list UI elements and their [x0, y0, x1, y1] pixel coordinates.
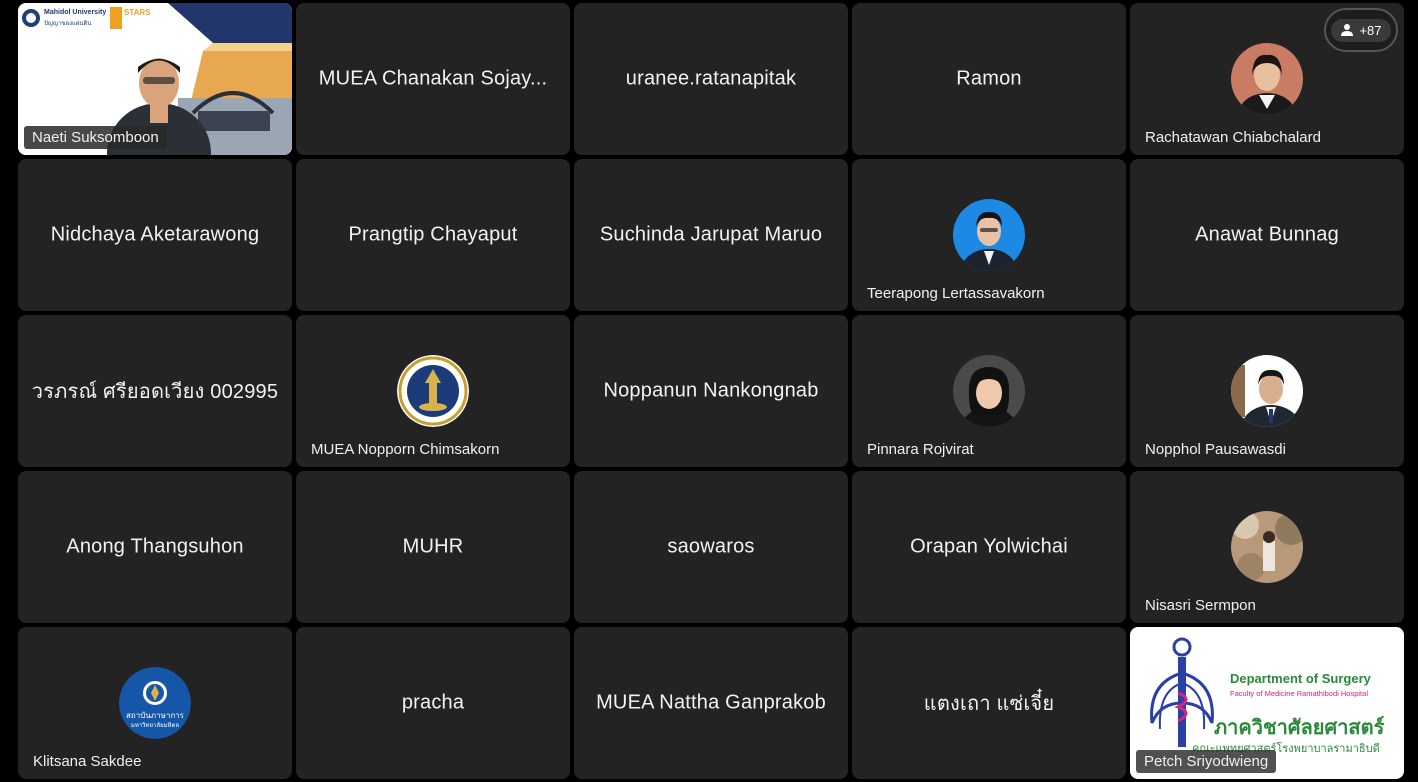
participant-name: Nopphol Pausawasdi: [1145, 441, 1286, 458]
participant-tile[interactable]: Prangtip Chayaput: [296, 159, 570, 311]
participant-name: Nidchaya Aketarawong: [50, 223, 260, 246]
participant-name: MUEA Nattha Ganprakob: [596, 691, 826, 714]
department-title: Department of Surgery: [1230, 671, 1371, 686]
participant-tile[interactable]: pracha: [296, 627, 570, 779]
participant-name: Teerapong Lertassavakorn: [867, 285, 1045, 302]
participant-name: Suchinda Jarupat Maruo: [599, 223, 823, 246]
participant-name: uranee.ratanapitak: [625, 67, 797, 90]
participant-name: Rachatawan Chiabchalard: [1145, 129, 1321, 146]
participant-tile[interactable]: MUHR: [296, 471, 570, 623]
participant-name: Naeti Suksomboon: [24, 126, 167, 149]
profile-photo-icon: [1231, 511, 1303, 583]
participant-name: MUEA Nopporn Chimsakorn: [311, 441, 500, 458]
participant-tile[interactable]: MUEA Nattha Ganprakob: [574, 627, 848, 779]
participant-tile-video[interactable]: Mahidol University ปัญญาของแผ่นดิน STARS…: [18, 3, 292, 155]
participant-tile[interactable]: Anawat Bunnag: [1130, 159, 1404, 311]
participant-name: Noppanun Nankongnab: [603, 379, 819, 402]
participant-tile[interactable]: สถาบันภาษาการ มหาวิทยาลัยมหิดล Klitsana …: [18, 627, 292, 779]
participant-name: Anong Thangsuhon: [66, 535, 244, 558]
participant-name: Pinnara Rojvirat: [867, 441, 974, 458]
participant-tile[interactable]: Ramon: [852, 3, 1126, 155]
participant-tile[interactable]: Pinnara Rojvirat: [852, 315, 1126, 467]
university-name: Mahidol University: [44, 9, 107, 16]
participant-name: วรภรณ์ ศรียอดเวียง 002995: [31, 381, 279, 403]
participant-tile[interactable]: วรภรณ์ ศรียอดเวียง 002995: [18, 315, 292, 467]
profile-photo-icon: [953, 199, 1025, 271]
participant-tile[interactable]: Suchinda Jarupat Maruo: [574, 159, 848, 311]
university-seal-icon: [397, 355, 469, 427]
participant-name: saowaros: [667, 535, 755, 558]
participant-tile[interactable]: Noppanun Nankongnab: [574, 315, 848, 467]
participant-name: Ramon: [956, 67, 1022, 90]
participant-name: Prangtip Chayaput: [348, 223, 518, 246]
participant-tile[interactable]: MUEA Chanakan Sojay...: [296, 3, 570, 155]
participant-tile[interactable]: Anong Thangsuhon: [18, 471, 292, 623]
participant-tile[interactable]: Nisasri Sermpon: [1130, 471, 1404, 623]
participant-tile[interactable]: แตงเถา แซ่เจี๋ย: [852, 627, 1126, 779]
participant-name: Orapan Yolwichai: [910, 535, 1068, 558]
participant-tile[interactable]: saowaros: [574, 471, 848, 623]
participant-tile[interactable]: Nidchaya Aketarawong: [18, 159, 292, 311]
participant-tile[interactable]: MUEA Nopporn Chimsakorn: [296, 315, 570, 467]
participant-tile[interactable]: Nopphol Pausawasdi: [1130, 315, 1404, 467]
participant-name: Anawat Bunnag: [1195, 223, 1339, 246]
profile-photo-icon: [1231, 355, 1303, 427]
participant-name: MUEA Chanakan Sojay...: [318, 67, 548, 90]
participant-name: Petch Sriyodwieng: [1136, 750, 1277, 773]
participant-name: Klitsana Sakdee: [33, 753, 142, 770]
faculty-title: Faculty of Medicine Ramathibodi Hospital: [1230, 689, 1368, 698]
profile-photo-icon: [1231, 43, 1303, 115]
participant-name: MUHR: [402, 535, 464, 558]
stars-logo-text: STARS: [124, 8, 151, 17]
participant-tile-shared-logo[interactable]: Department of Surgery Faculty of Medicin…: [1130, 627, 1404, 779]
profile-photo-icon: [953, 355, 1025, 427]
participant-name: Nisasri Sermpon: [1145, 597, 1256, 614]
participant-name: แตงเถา แซ่เจี๋ย: [923, 693, 1055, 715]
participant-grid: Mahidol University ปัญญาของแผ่นดิน STARS…: [18, 3, 1405, 779]
participant-tile[interactable]: Teerapong Lertassavakorn: [852, 159, 1126, 311]
university-subtitle: ปัญญาของแผ่นดิน: [44, 21, 92, 27]
participant-tile[interactable]: uranee.ratanapitak: [574, 3, 848, 155]
participant-tile[interactable]: Orapan Yolwichai: [852, 471, 1126, 623]
participant-name: pracha: [401, 691, 465, 714]
participant-count: +87: [1359, 22, 1382, 38]
institute-subtitle: มหาวิทยาลัยมหิดล: [130, 723, 180, 729]
people-icon: [1341, 24, 1354, 36]
participant-count-button[interactable]: +87: [1324, 8, 1398, 52]
